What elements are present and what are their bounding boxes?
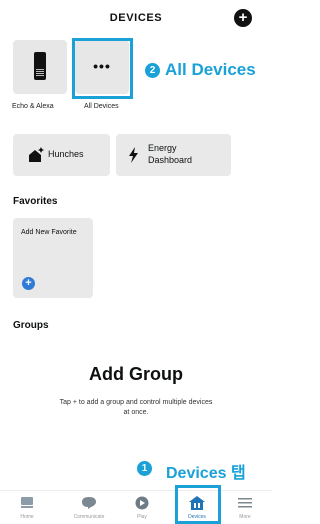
nav-communicate[interactable]: Communicate	[62, 491, 116, 524]
all-devices-callout: All Devices	[165, 60, 256, 79]
add-group-description: Tap + to add a group and control multipl…	[59, 399, 213, 416]
plus-icon[interactable]: +	[22, 277, 35, 290]
house-sparkle-icon	[27, 147, 45, 167]
echo-alexa-tile[interactable]	[13, 40, 67, 94]
callout-badge-2: 2	[145, 63, 160, 78]
energy-dashboard-label: Energy Dashboard	[148, 143, 193, 165]
nav-home[interactable]: Home	[0, 491, 54, 524]
add-favorite-label: Add New Favorite	[21, 229, 77, 236]
echo-alexa-label: Echo & Alexa	[12, 103, 54, 110]
add-group-title: Add Group	[89, 364, 183, 384]
echo-device-icon	[34, 52, 46, 80]
app-header: DEVICES +	[0, 0, 272, 36]
favorites-heading: Favorites	[13, 196, 58, 207]
lightning-icon	[128, 147, 140, 166]
hunches-label: Hunches	[48, 149, 84, 159]
add-favorite-card[interactable]: Add New Favorite +	[13, 218, 93, 298]
callout-badge-1: 1	[137, 461, 152, 476]
page-title: DEVICES	[109, 12, 163, 24]
nav-play-label: Play	[137, 514, 147, 520]
devices-tab-highlight	[175, 485, 221, 524]
play-icon	[135, 496, 149, 510]
bottom-nav: Home Communicate Play Devices More	[0, 490, 272, 524]
hunches-button[interactable]: Hunches	[13, 134, 110, 176]
all-devices-label: All Devices	[84, 103, 119, 110]
energy-dashboard-button[interactable]: Energy Dashboard	[116, 134, 231, 176]
nav-more[interactable]: More	[218, 491, 272, 524]
menu-icon	[238, 498, 252, 508]
home-icon	[21, 497, 33, 508]
chat-bubble-icon	[82, 497, 96, 509]
nav-more-label: More	[239, 514, 251, 520]
plus-circle-icon[interactable]: +	[234, 9, 252, 27]
groups-heading: Groups	[13, 320, 49, 331]
nav-play[interactable]: Play	[115, 491, 169, 524]
all-devices-highlight	[72, 38, 133, 99]
nav-home-label: Home	[20, 514, 34, 520]
nav-communicate-label: Communicate	[73, 514, 105, 520]
devices-tab-callout: Devices 탭	[166, 465, 246, 482]
